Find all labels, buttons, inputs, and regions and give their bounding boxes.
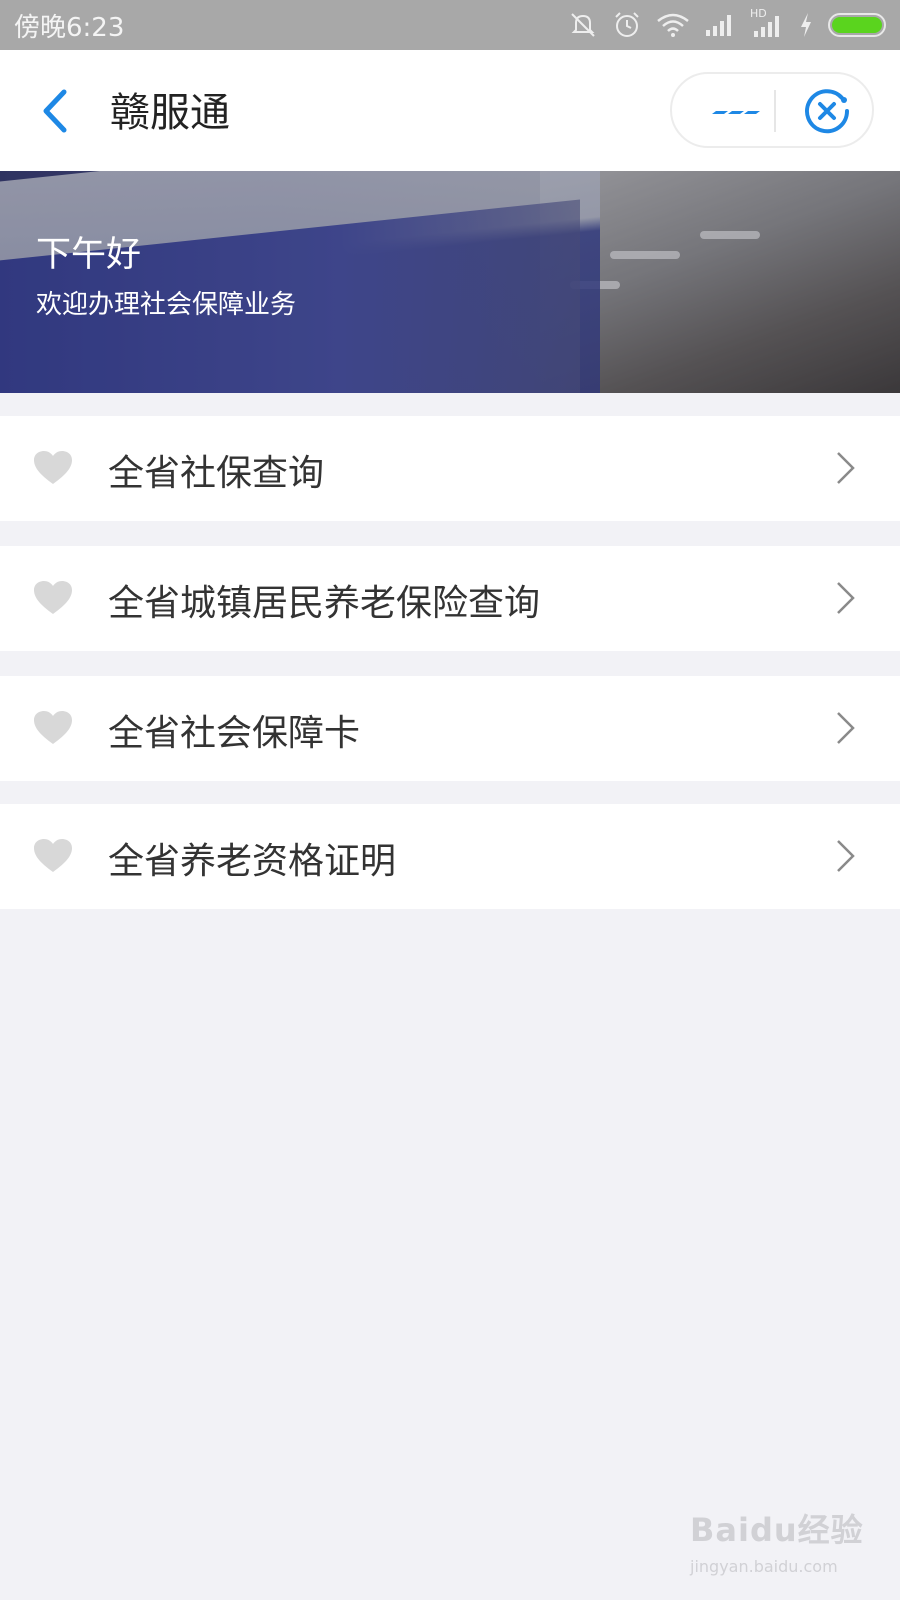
status-bar: 傍晚6:23 HD: [0, 0, 900, 50]
wifi-icon: [657, 13, 689, 37]
charging-icon: [801, 13, 811, 37]
list-item[interactable]: 全省城镇居民养老保险查询: [0, 546, 900, 651]
watermark-brand: Baidu经验: [690, 1511, 864, 1549]
more-icon: [712, 111, 760, 114]
alarm-icon: [615, 12, 639, 37]
page-title: 赣服通: [110, 90, 230, 136]
list-item[interactable]: 全省社会保障卡: [0, 676, 900, 781]
back-button[interactable]: [36, 86, 76, 136]
capsule-divider: [774, 90, 776, 132]
status-icons: HD: [568, 7, 886, 40]
heart-icon: [34, 711, 72, 744]
heart-icon: [34, 451, 72, 484]
list-item[interactable]: 全省社保查询: [0, 416, 900, 521]
hd-signal-icon: HD: [750, 7, 784, 39]
signal-icon: [706, 15, 731, 36]
watermark-url: jingyan.baidu.com: [690, 1557, 838, 1576]
back-arrow-icon: [43, 89, 67, 133]
mute-icon: [571, 13, 595, 37]
battery-icon: [828, 13, 886, 37]
heart-icon: [34, 581, 72, 614]
list-item-label: 全省城镇居民养老保险查询: [108, 583, 541, 624]
banner-overlay: [0, 171, 900, 393]
heart-icon: [34, 839, 72, 872]
banner-subtitle: 欢迎办理社会保障业务: [36, 290, 297, 320]
list-item[interactable]: 全省养老资格证明: [0, 804, 900, 909]
chevron-right-icon: [837, 840, 855, 872]
chevron-right-icon: [837, 582, 855, 614]
status-time: 傍晚6:23: [14, 12, 125, 43]
watermark: Baidu经验 jingyan.baidu.com: [690, 1505, 870, 1585]
close-button[interactable]: [802, 86, 852, 136]
miniapp-capsule: [670, 72, 874, 148]
list-item-label: 全省养老资格证明: [108, 841, 397, 882]
battery-fill: [832, 17, 882, 33]
banner: 下午好 欢迎办理社会保障业务: [0, 171, 900, 393]
chevron-right-icon: [837, 452, 855, 484]
more-button[interactable]: [702, 92, 766, 130]
list-item-label: 全省社会保障卡: [108, 713, 361, 754]
close-circle-icon: [805, 89, 850, 134]
greeting-text: 下午好: [36, 235, 142, 275]
chevron-right-icon: [837, 712, 855, 744]
list-item-label: 全省社保查询: [108, 453, 325, 494]
nav-bar: 赣服通: [0, 50, 900, 171]
